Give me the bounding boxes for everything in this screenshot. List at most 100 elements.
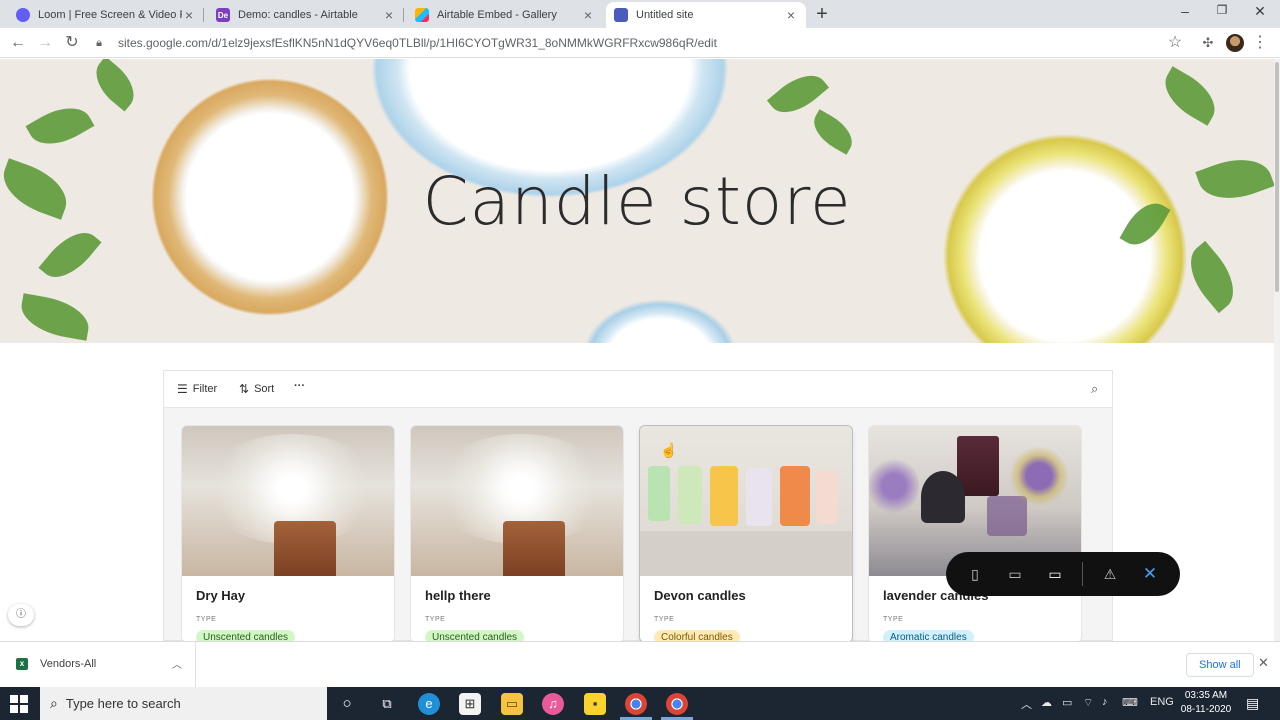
- window-close-icon[interactable]: ✕: [1250, 3, 1270, 20]
- lock-icon[interactable]: 🔒︎: [90, 37, 108, 50]
- close-preview-icon[interactable]: ✕: [1140, 564, 1160, 584]
- leaf-decoration: [1155, 66, 1225, 126]
- more-options-icon: ···: [294, 380, 305, 392]
- close-icon[interactable]: ×: [581, 7, 595, 23]
- show-all-button[interactable]: Show all: [1186, 653, 1254, 677]
- chevron-up-icon[interactable]: ︿: [172, 656, 182, 671]
- itunes-icon[interactable]: ♫: [542, 693, 564, 715]
- sticky-notes-icon[interactable]: ▪: [584, 693, 606, 715]
- tab-title: Demo: candles - Airtable: [238, 9, 358, 21]
- profile-avatar[interactable]: [1226, 34, 1244, 52]
- maximize-icon[interactable]: ❐: [1212, 3, 1232, 17]
- keyboard-icon[interactable]: ⌨: [1122, 696, 1138, 709]
- file-explorer-icon[interactable]: ▭: [501, 693, 523, 715]
- leaf-decoration: [25, 96, 95, 156]
- windows-taskbar: ⌕ Type here to search ○ ⧉ e ⊞ ▭ ♫ ▪ ︿ ☁ …: [0, 687, 1280, 720]
- network-icon[interactable]: ⌔: [1083, 696, 1093, 710]
- tab-untitled-site[interactable]: Untitled site ×: [606, 2, 806, 28]
- tab-airtable-embed[interactable]: Airtable Embed - Gallery ×: [407, 2, 603, 28]
- tab-loom[interactable]: Loom | Free Screen & Video Rec ×: [8, 2, 204, 28]
- taskbar-search-input[interactable]: ⌕ Type here to search: [40, 687, 327, 720]
- language-indicator[interactable]: ENG: [1150, 696, 1174, 708]
- minimize-icon[interactable]: –: [1175, 3, 1195, 19]
- close-icon[interactable]: ×: [784, 7, 798, 23]
- search-icon[interactable]: ⌕: [1091, 381, 1098, 397]
- airtable-gallery-embed: ☰ Filter ⇅ Sort ··· ⌕ Dry Hay TYPE Unsce…: [163, 370, 1113, 642]
- cortana-icon[interactable]: ○: [336, 693, 358, 715]
- edge-icon[interactable]: e: [418, 693, 440, 715]
- leaf-decoration: [806, 109, 860, 155]
- tab-title: Loom | Free Screen & Video Rec: [38, 9, 182, 21]
- airtable-favicon-icon: [415, 8, 429, 22]
- tab-airtable-demo[interactable]: De Demo: candles - Airtable ×: [208, 2, 404, 28]
- new-tab-button[interactable]: +: [812, 4, 832, 24]
- search-icon: ⌕: [50, 695, 58, 711]
- field-label: TYPE: [654, 616, 675, 623]
- gallery-toolbar: ☰ Filter ⇅ Sort ··· ⌕: [164, 371, 1112, 408]
- task-view-icon[interactable]: ⧉: [376, 693, 398, 715]
- store-icon[interactable]: ⊞: [459, 693, 481, 715]
- chrome-icon[interactable]: [666, 693, 688, 715]
- excel-file-icon: x: [16, 658, 28, 670]
- filter-icon: ☰: [177, 382, 188, 396]
- hero-banner: Candle store: [0, 59, 1274, 343]
- divider: [1082, 562, 1083, 586]
- notifications-icon[interactable]: ▤: [1246, 695, 1259, 712]
- hand-cursor-icon: ☝: [660, 442, 678, 458]
- tab-title: Untitled site: [636, 9, 694, 21]
- preview-toolbar: ▯ ▭ ▭ ⚠ ✕: [946, 552, 1180, 596]
- bookmark-star-icon[interactable]: ☆: [1165, 33, 1185, 53]
- battery-icon[interactable]: ▭: [1062, 696, 1072, 709]
- field-label: TYPE: [883, 616, 904, 623]
- google-sites-favicon-icon: [614, 8, 628, 22]
- forward-icon[interactable]: →: [35, 33, 55, 53]
- card-title: Devon candles: [654, 588, 746, 603]
- tab-title: Airtable Embed - Gallery: [437, 9, 557, 21]
- close-icon[interactable]: ×: [382, 7, 396, 23]
- card-title: Dry Hay: [196, 588, 246, 603]
- back-icon[interactable]: ←: [8, 33, 28, 53]
- volume-icon[interactable]: ♪: [1102, 696, 1108, 708]
- chevron-up-icon[interactable]: ︿: [1021, 696, 1032, 712]
- close-icon[interactable]: ×: [182, 7, 196, 23]
- filter-button[interactable]: ☰ Filter: [177, 382, 217, 396]
- loom-favicon-icon: [16, 8, 30, 22]
- card-title: hellp there: [425, 588, 491, 603]
- search-placeholder: Type here to search: [65, 696, 181, 711]
- filter-label: Filter: [192, 383, 218, 395]
- system-clock[interactable]: 03:35 AM 08-11-2020: [1176, 689, 1236, 717]
- chrome-icon[interactable]: [625, 693, 647, 715]
- onedrive-icon[interactable]: ☁: [1041, 696, 1052, 709]
- sort-icon: ⇅: [239, 382, 250, 396]
- clock-date: 08-11-2020: [1180, 704, 1232, 715]
- download-bar: x Vendors-All ︿ Show all ✕: [0, 641, 1280, 687]
- reload-icon[interactable]: ↻: [62, 33, 82, 53]
- field-label: TYPE: [196, 616, 217, 623]
- sort-button[interactable]: ⇅ Sort: [239, 382, 274, 396]
- phone-preview-icon[interactable]: ▯: [965, 564, 985, 584]
- gallery-card[interactable]: Dry Hay TYPE Unscented candles: [182, 426, 394, 642]
- browser-menu-icon[interactable]: ⋮: [1250, 33, 1270, 53]
- more-options-button[interactable]: ···: [294, 380, 305, 392]
- page-title: Candle store: [422, 163, 852, 240]
- address-bar[interactable]: 🔒︎ sites.google.com/d/1elz9jexsfEsflKN5n…: [90, 31, 1196, 55]
- extensions-icon[interactable]: ✣: [1198, 33, 1218, 53]
- download-file-name: Vendors-All: [40, 658, 97, 670]
- url-text: sites.google.com/d/1elz9jexsfEsflKN5nN1d…: [118, 36, 717, 50]
- gallery-card[interactable]: hellp there TYPE Unscented candles: [411, 426, 623, 642]
- download-item[interactable]: x Vendors-All ︿: [0, 642, 196, 687]
- field-label: TYPE: [425, 616, 446, 623]
- leaf-decoration: [86, 59, 144, 112]
- browser-tab-strip: Loom | Free Screen & Video Rec × De Demo…: [0, 0, 1280, 28]
- feedback-icon[interactable]: ⚠: [1100, 564, 1120, 584]
- tablet-preview-icon[interactable]: ▭: [1005, 564, 1025, 584]
- info-fab-icon[interactable]: ⓘ: [8, 604, 34, 626]
- laptop-preview-icon[interactable]: ▭: [1045, 564, 1065, 584]
- gallery-card[interactable]: lavender candles TYPE Aromatic candles: [869, 426, 1081, 642]
- candle-image: [580, 297, 740, 343]
- card-image: [182, 426, 394, 576]
- windows-start-icon[interactable]: [10, 695, 28, 713]
- scrollbar-thumb[interactable]: [1275, 62, 1279, 292]
- leaf-decoration: [17, 293, 93, 341]
- close-icon[interactable]: ✕: [1258, 655, 1269, 671]
